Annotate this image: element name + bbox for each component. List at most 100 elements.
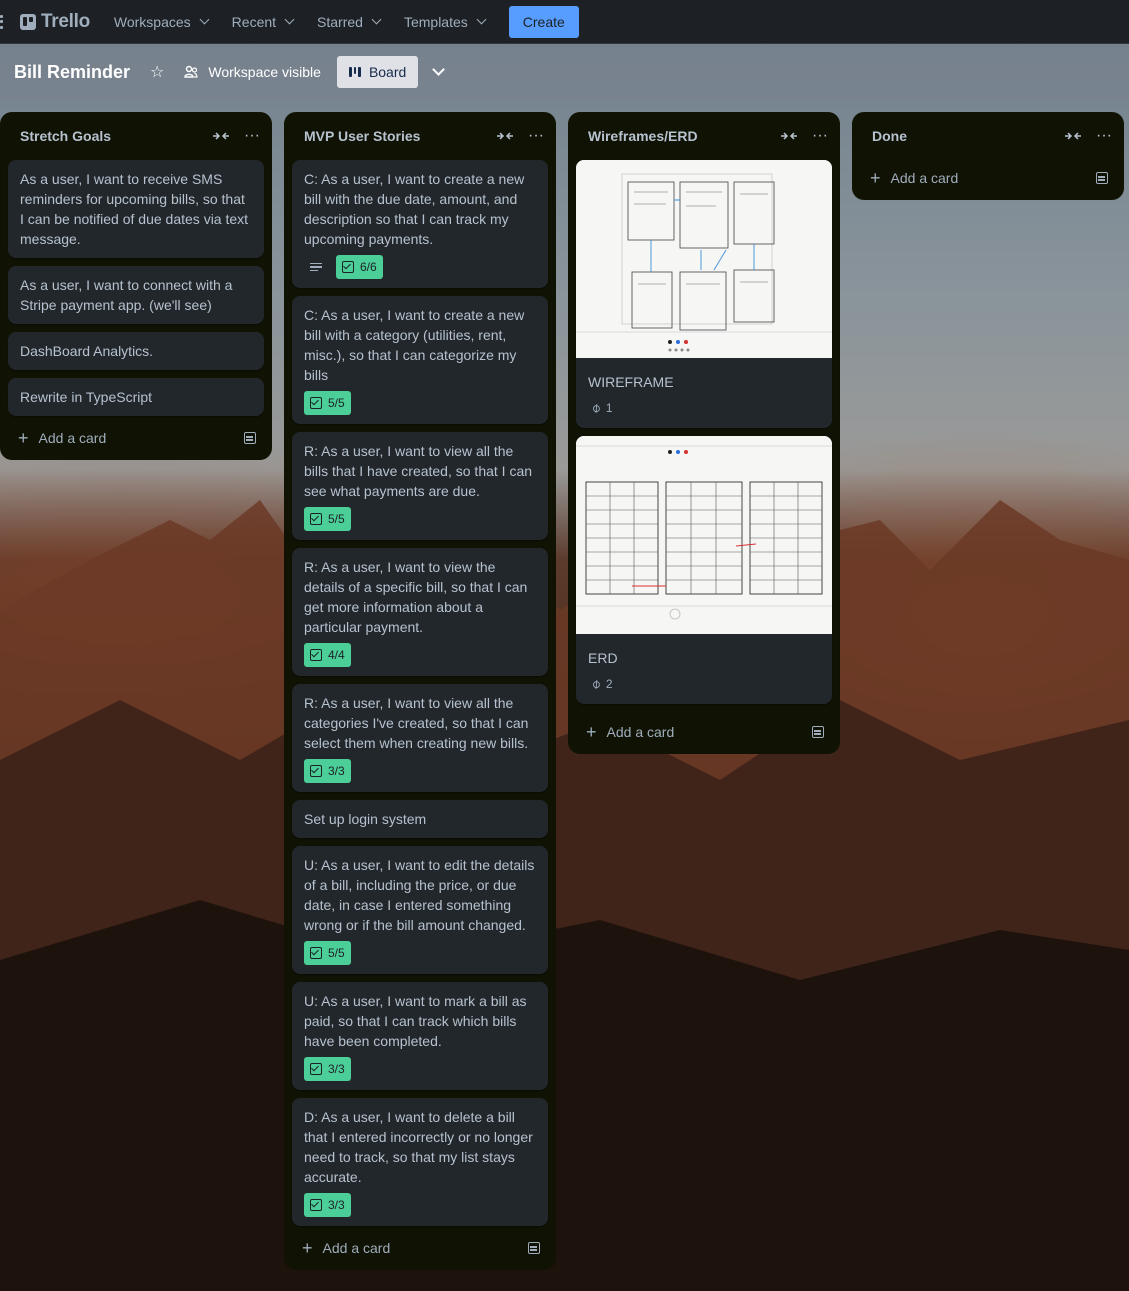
list-stretch-goals: Stretch Goals ··· As a user, I want to r… [0,112,272,460]
list-card[interactable]: C: As a user, I want to create a new bil… [292,160,548,288]
plus-icon: + [18,428,29,448]
checklist-badge: 5/5 [304,941,351,965]
list-title[interactable]: Done [872,128,1064,144]
logo-text: Trello [41,10,90,32]
chevron-down-icon [284,14,295,25]
checklist-count: 4/4 [328,648,345,662]
add-card-button[interactable]: + Add a card [292,1226,548,1270]
list-done: Done ··· + Add a card [852,112,1124,200]
workspace-visible-icon [184,65,198,78]
list-card[interactable]: U: As a user, I want to edit the details… [292,846,548,974]
more-icon[interactable]: ··· [1096,128,1112,144]
checklist-icon [310,649,322,661]
nav-recent[interactable]: Recent [232,14,295,30]
list-card[interactable]: Set up login system [292,800,548,838]
collapse-icon[interactable] [1064,130,1082,142]
add-card-label: Add a card [322,1240,391,1256]
attachment-icon: ⌀ [587,399,604,416]
checklist-count: 6/6 [360,260,377,274]
nav-workspaces[interactable]: Workspaces [114,14,210,30]
list-card[interactable]: C: As a user, I want to create a new bil… [292,296,548,424]
erd-sketch-image [576,436,832,634]
nav-starred[interactable]: Starred [317,13,382,30]
checklist-count: 3/3 [328,1198,345,1212]
checklist-badge: 6/6 [336,255,383,279]
collapse-icon[interactable] [212,130,230,142]
add-card-button[interactable]: + Add a card [860,156,1116,200]
checklist-icon [310,397,322,409]
checklist-badge: 5/5 [304,507,351,531]
template-icon[interactable] [1096,172,1108,184]
template-icon[interactable] [244,432,256,444]
list-card[interactable]: DashBoard Analytics. [8,332,264,370]
list-mvp-user-stories: MVP User Stories ··· C: As a user, I wan… [284,112,556,1270]
collapse-icon[interactable] [780,130,798,142]
list-card[interactable]: Rewrite in TypeScript [8,378,264,416]
card-title: U: As a user, I want to mark a bill as p… [304,993,527,1049]
trello-logo[interactable]: Trello [20,11,90,33]
more-icon[interactable]: ··· [528,128,544,144]
checklist-badge: 5/5 [304,391,351,415]
list-card[interactable]: R: As a user, I want to view the details… [292,548,548,676]
card-title: Set up login system [304,811,427,827]
card-title: C: As a user, I want to create a new bil… [304,307,525,383]
chevron-down-icon [371,14,382,25]
board-header: Bill Reminder ☆ Workspace visible Board [0,44,1129,100]
checklist-icon [310,1199,322,1211]
list-title[interactable]: MVP User Stories [304,128,496,144]
checklist-icon [310,947,322,959]
checklist-count: 5/5 [328,946,345,960]
collapse-icon[interactable] [496,130,514,142]
board-icon [348,67,361,77]
list-card[interactable]: R: As a user, I want to view all the bil… [292,432,548,540]
add-card-button[interactable]: + Add a card [576,710,832,754]
card-title: D: As a user, I want to delete a bill th… [304,1109,533,1185]
plus-icon: + [302,1238,313,1258]
nav-templates[interactable]: Templates [404,14,487,30]
list-card[interactable]: As a user, I want to connect with a Stri… [8,266,264,324]
trello-logo-icon [20,13,36,30]
list-card[interactable]: D: As a user, I want to delete a bill th… [292,1098,548,1226]
card-title: ERD [588,650,618,666]
list-title[interactable]: Stretch Goals [20,128,212,144]
board-view-button[interactable]: Board [336,56,419,88]
chevron-down-icon[interactable] [432,62,446,76]
list-card[interactable]: As a user, I want to receive SMS reminde… [8,160,264,258]
more-icon[interactable]: ··· [812,128,828,144]
checklist-badge: 3/3 [304,759,351,783]
board-title[interactable]: Bill Reminder [14,62,130,83]
list-title[interactable]: Wireframes/ERD [588,128,780,144]
list-header: Done ··· [860,112,1116,160]
card-title: U: As a user, I want to edit the details… [304,857,535,933]
list-card[interactable]: WIREFRAME ⌀ 1 [576,160,832,428]
nav-starred-label: Starred [317,13,363,30]
list-card[interactable]: R: As a user, I want to view all the cat… [292,684,548,792]
add-card-button[interactable]: + Add a card [8,416,264,460]
add-card-label: Add a card [890,170,959,186]
checklist-count: 3/3 [328,1062,345,1076]
star-icon[interactable]: ☆ [150,62,164,82]
wireframe-sketch-image [576,160,832,358]
more-icon[interactable]: ··· [244,128,260,144]
checklist-count: 3/3 [328,764,345,778]
list-card[interactable]: ERD ⌀ 2 [576,436,832,704]
card-title: C: As a user, I want to create a new bil… [304,171,525,247]
template-icon[interactable] [528,1242,540,1254]
create-button[interactable]: Create [508,5,579,38]
description-icon [310,262,322,272]
checklist-badge: 4/4 [304,643,351,667]
card-title: WIREFRAME [588,374,674,390]
workspace-visible-button[interactable]: Workspace visible [184,64,321,80]
checklist-icon [342,261,354,273]
add-card-label: Add a card [606,724,675,740]
checklist-count: 5/5 [328,396,345,410]
card-title: DashBoard Analytics. [20,343,154,359]
checklist-icon [310,1063,322,1075]
card-title: R: As a user, I want to view all the cat… [304,695,529,751]
card-title: Rewrite in TypeScript [20,389,153,405]
card-title: R: As a user, I want to view all the bil… [304,443,533,499]
template-icon[interactable] [812,726,824,738]
grip-icon[interactable] [0,14,6,29]
list-header: Stretch Goals ··· [8,112,264,160]
list-card[interactable]: U: As a user, I want to mark a bill as p… [292,982,548,1090]
